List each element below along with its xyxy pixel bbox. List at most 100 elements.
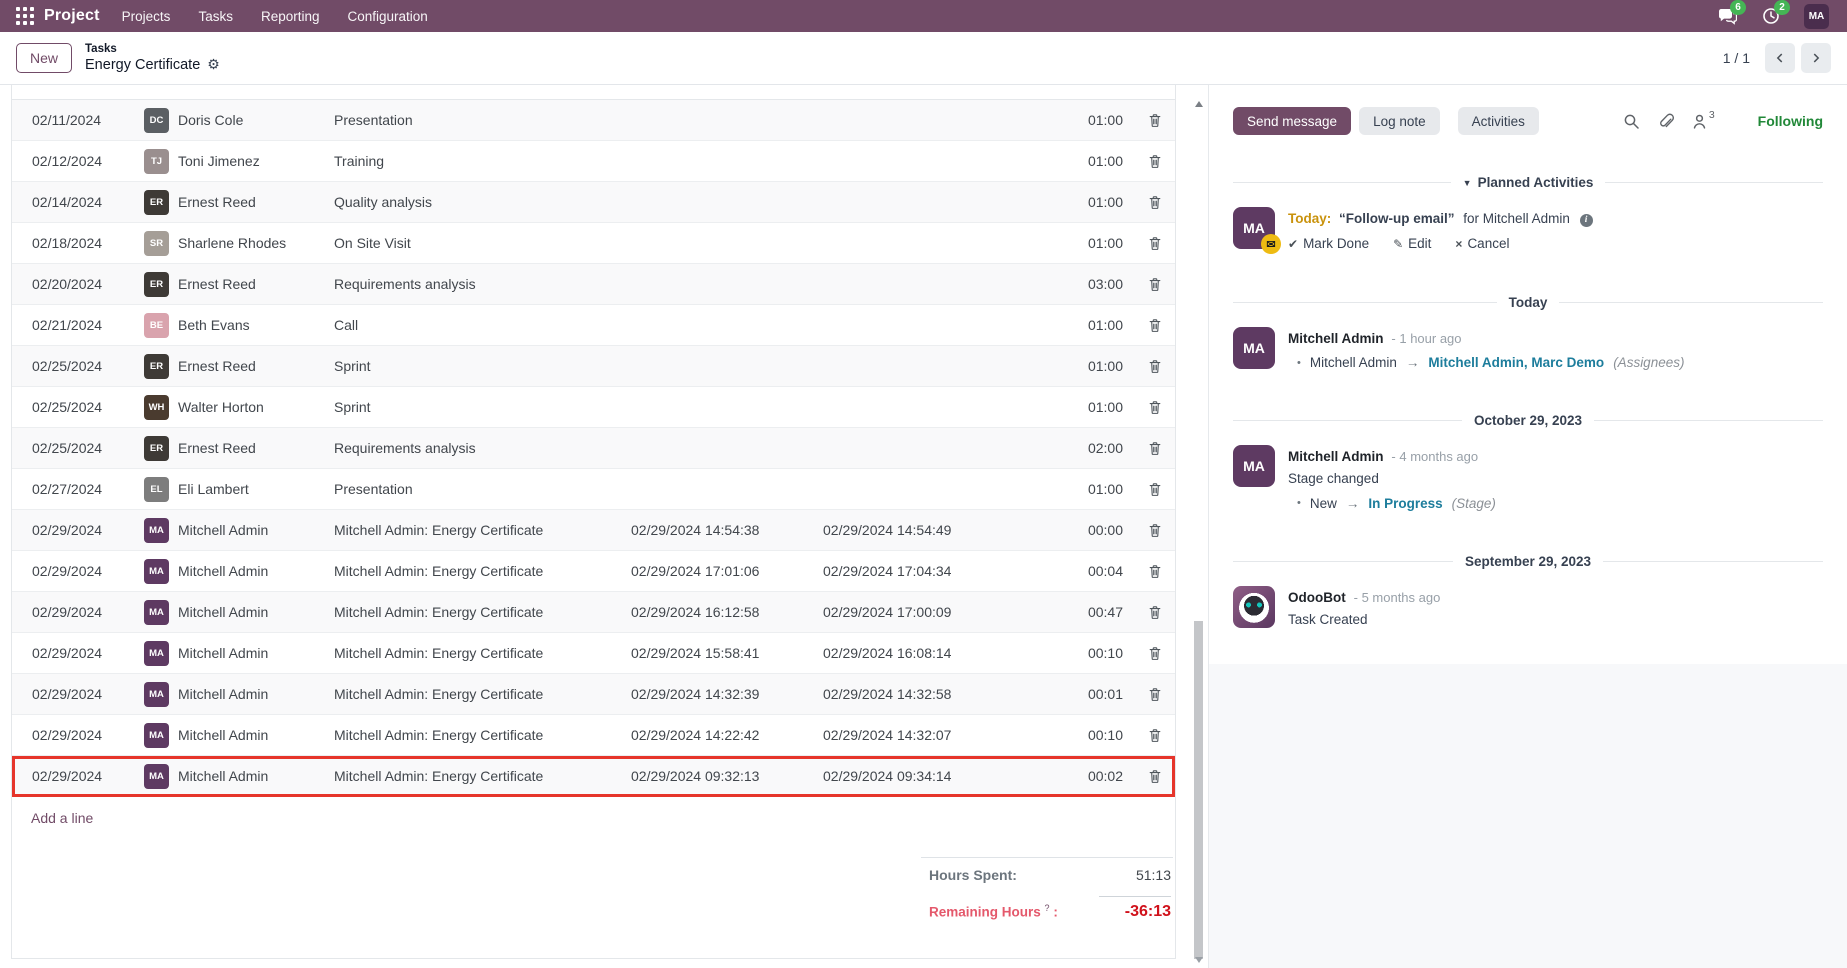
- row-duration[interactable]: 01:00: [1048, 358, 1135, 374]
- row-description[interactable]: Mitchell Admin: Energy Certificate: [334, 604, 631, 620]
- timesheet-row[interactable]: 02/29/2024 MA Mitchell Admin Mitchell Ad…: [12, 551, 1175, 592]
- row-description[interactable]: Mitchell Admin: Energy Certificate: [334, 768, 631, 784]
- delete-row-button[interactable]: [1146, 357, 1164, 376]
- row-duration[interactable]: 01:00: [1048, 153, 1135, 169]
- scrollbar-up-arrow[interactable]: [1195, 101, 1203, 107]
- followers-button[interactable]: 3: [1691, 109, 1715, 130]
- delete-row-button[interactable]: [1146, 480, 1164, 499]
- attach-files-button[interactable]: [1657, 112, 1674, 130]
- row-duration[interactable]: 00:02: [1048, 768, 1135, 784]
- row-date[interactable]: 02/12/2024: [12, 153, 144, 169]
- activities-icon[interactable]: 2: [1760, 0, 1790, 27]
- row-description[interactable]: Requirements analysis: [334, 440, 631, 456]
- apps-grid-icon[interactable]: [16, 7, 34, 25]
- row-date[interactable]: 02/21/2024: [12, 317, 144, 333]
- row-duration[interactable]: 01:00: [1048, 399, 1135, 415]
- row-description[interactable]: Requirements analysis: [334, 276, 631, 292]
- breadcrumb-tasks[interactable]: Tasks: [85, 42, 220, 56]
- row-date[interactable]: 02/29/2024: [12, 768, 144, 784]
- cancel-activity-button[interactable]: × Cancel: [1455, 234, 1509, 254]
- row-end[interactable]: 02/29/2024 14:32:58: [823, 686, 1048, 702]
- row-duration[interactable]: 02:00: [1048, 440, 1135, 456]
- menu-configuration[interactable]: Configuration: [348, 9, 428, 24]
- row-duration[interactable]: 00:47: [1048, 604, 1135, 620]
- user-avatar[interactable]: MA: [1804, 3, 1829, 29]
- app-name[interactable]: Project: [44, 7, 100, 25]
- timesheet-row[interactable]: 02/12/2024 TJ Toni Jimenez Training 01:0…: [12, 141, 1175, 182]
- delete-row-button[interactable]: [1146, 644, 1164, 663]
- activities-button[interactable]: Activities: [1457, 107, 1539, 135]
- row-description[interactable]: Training: [334, 153, 631, 169]
- delete-row-button[interactable]: [1146, 193, 1164, 212]
- row-start[interactable]: 02/29/2024 16:12:58: [631, 604, 823, 620]
- row-description[interactable]: Sprint: [334, 358, 631, 374]
- row-description[interactable]: Sprint: [334, 399, 631, 415]
- menu-reporting[interactable]: Reporting: [261, 9, 320, 24]
- delete-row-button[interactable]: [1146, 767, 1164, 786]
- row-start[interactable]: 02/29/2024 17:01:06: [631, 563, 823, 579]
- row-date[interactable]: 02/25/2024: [12, 358, 144, 374]
- help-icon[interactable]: ?: [1045, 903, 1050, 913]
- row-description[interactable]: Presentation: [334, 112, 631, 128]
- delete-row-button[interactable]: [1146, 316, 1164, 335]
- row-description[interactable]: Mitchell Admin: Energy Certificate: [334, 727, 631, 743]
- send-message-button[interactable]: Send message: [1233, 107, 1352, 135]
- row-duration[interactable]: 00:01: [1048, 686, 1135, 702]
- planned-activities-header[interactable]: ▼ Planned Activities: [1233, 175, 1823, 190]
- delete-row-button[interactable]: [1146, 275, 1164, 294]
- row-duration[interactable]: 01:00: [1048, 317, 1135, 333]
- row-start[interactable]: 02/29/2024 09:32:13: [631, 768, 823, 784]
- pager-next-button[interactable]: [1801, 43, 1831, 73]
- row-description[interactable]: Mitchell Admin: Energy Certificate: [334, 645, 631, 661]
- row-end[interactable]: 02/29/2024 09:34:14: [823, 768, 1048, 784]
- add-a-line-link[interactable]: Add a line: [31, 810, 93, 826]
- row-duration[interactable]: 00:10: [1048, 645, 1135, 661]
- row-end[interactable]: 02/29/2024 17:04:34: [823, 563, 1048, 579]
- timesheet-row[interactable]: 02/18/2024 SR Sharlene Rhodes On Site Vi…: [12, 223, 1175, 264]
- row-date[interactable]: 02/29/2024: [12, 727, 144, 743]
- row-start[interactable]: 02/29/2024 15:58:41: [631, 645, 823, 661]
- row-start[interactable]: 02/29/2024 14:32:39: [631, 686, 823, 702]
- row-description[interactable]: Mitchell Admin: Energy Certificate: [334, 522, 631, 538]
- row-date[interactable]: 02/29/2024: [12, 563, 144, 579]
- menu-tasks[interactable]: Tasks: [198, 9, 233, 24]
- timesheet-row[interactable]: 02/20/2024 ER Ernest Reed Requirements a…: [12, 264, 1175, 305]
- row-end[interactable]: 02/29/2024 17:00:09: [823, 604, 1048, 620]
- edit-activity-button[interactable]: ✎ Edit: [1393, 234, 1431, 254]
- delete-row-button[interactable]: [1146, 726, 1164, 745]
- timesheet-row[interactable]: 02/25/2024 ER Ernest Reed Requirements a…: [12, 428, 1175, 469]
- delete-row-button[interactable]: [1146, 152, 1164, 171]
- row-end[interactable]: 02/29/2024 14:32:07: [823, 727, 1048, 743]
- row-date[interactable]: 02/14/2024: [12, 194, 144, 210]
- delete-row-button[interactable]: [1146, 562, 1164, 581]
- row-duration[interactable]: 01:00: [1048, 235, 1135, 251]
- row-start[interactable]: 02/29/2024 14:54:38: [631, 522, 823, 538]
- timesheet-row[interactable]: 02/29/2024 MA Mitchell Admin Mitchell Ad…: [12, 633, 1175, 674]
- row-description[interactable]: Call: [334, 317, 631, 333]
- row-duration[interactable]: 01:00: [1048, 112, 1135, 128]
- mark-done-button[interactable]: ✔ Mark Done: [1288, 234, 1369, 254]
- timesheet-row[interactable]: 02/29/2024 MA Mitchell Admin Mitchell Ad…: [12, 756, 1175, 797]
- delete-row-button[interactable]: [1146, 685, 1164, 704]
- row-end[interactable]: 02/29/2024 16:08:14: [823, 645, 1048, 661]
- row-description[interactable]: Quality analysis: [334, 194, 631, 210]
- row-duration[interactable]: 00:04: [1048, 563, 1135, 579]
- timesheet-row[interactable]: 02/25/2024 WH Walter Horton Sprint 01:00: [12, 387, 1175, 428]
- log-note-button[interactable]: Log note: [1359, 107, 1440, 135]
- timesheet-row[interactable]: 02/27/2024 EL Eli Lambert Presentation 0…: [12, 469, 1175, 510]
- messages-icon[interactable]: 6: [1716, 0, 1746, 27]
- delete-row-button[interactable]: [1146, 398, 1164, 417]
- search-messages-button[interactable]: [1623, 113, 1640, 130]
- row-description[interactable]: Mitchell Admin: Energy Certificate: [334, 563, 631, 579]
- following-button[interactable]: Following: [1758, 113, 1823, 129]
- row-description[interactable]: On Site Visit: [334, 235, 631, 251]
- row-date[interactable]: 02/27/2024: [12, 481, 144, 497]
- timesheet-row[interactable]: 02/11/2024 DC Doris Cole Presentation 01…: [12, 100, 1175, 141]
- row-duration[interactable]: 01:00: [1048, 481, 1135, 497]
- row-date[interactable]: 02/25/2024: [12, 440, 144, 456]
- timesheet-row[interactable]: 02/29/2024 MA Mitchell Admin Mitchell Ad…: [12, 510, 1175, 551]
- row-date[interactable]: 02/29/2024: [12, 522, 144, 538]
- new-button[interactable]: New: [16, 43, 73, 73]
- row-duration[interactable]: 03:00: [1048, 276, 1135, 292]
- delete-row-button[interactable]: [1146, 111, 1164, 130]
